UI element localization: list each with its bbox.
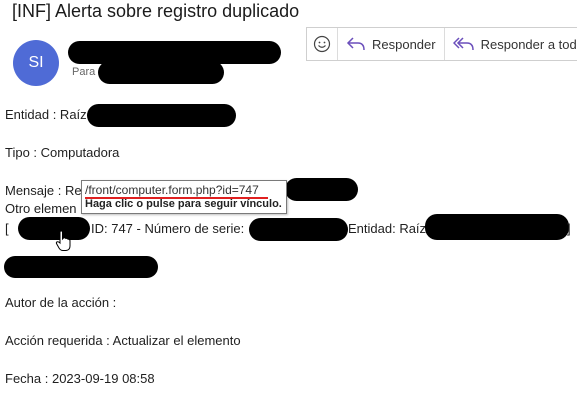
to-label: Para: [72, 66, 96, 78]
message-redacted: [285, 178, 358, 201]
reply-button[interactable]: Responder: [338, 28, 445, 60]
row-name-redacted[interactable]: [18, 217, 90, 240]
entity-redacted: [87, 104, 236, 127]
row-entity-redacted: [425, 214, 569, 240]
reply-arrow-icon: [346, 37, 365, 51]
row-close-bracket: ]: [567, 221, 571, 236]
link-tooltip: /front/computer.form.php?id=747 Haga cli…: [81, 180, 287, 214]
extra-line-redacted: [4, 256, 158, 278]
emoji-reaction-button[interactable]: [307, 28, 338, 60]
date-line: Fecha : 2023-09-19 08:58: [5, 371, 155, 386]
sender-avatar[interactable]: SI: [13, 40, 59, 86]
row-id-text: ID: 747 - Número de serie:: [91, 221, 245, 236]
avatar-initials: SI: [28, 54, 44, 71]
author-line: Autor de la acción :: [5, 295, 117, 310]
row-entity-text: Entidad: Raíz: [348, 221, 427, 236]
email-subject: [INF] Alerta sobre registro duplicado: [12, 1, 300, 21]
reply-all-label: Responder a todos: [480, 36, 577, 52]
entity-line-text: Entidad : Raíz: [5, 107, 87, 122]
other-element-line: Otro elemen: [5, 201, 77, 216]
recipient-redacted: [98, 61, 224, 84]
message-actions: Responder Responder a todos: [306, 27, 577, 61]
required-action-line: Acción requerida : Actualizar el element…: [5, 333, 241, 348]
serial-redacted: [249, 218, 348, 241]
entity-line: Entidad : Raíz: [5, 107, 87, 123]
reply-all-button[interactable]: Responder a todos: [445, 28, 577, 60]
hand-pointer-icon: [55, 230, 71, 251]
tooltip-url[interactable]: /front/computer.form.php?id=747: [85, 183, 259, 197]
type-line: Tipo : Computadora: [5, 145, 120, 160]
reply-all-arrow-icon: [452, 37, 474, 51]
tooltip-hint: Haga clic o pulse para seguir vínculo.: [85, 198, 282, 210]
reply-label: Responder: [372, 36, 436, 52]
row-open-bracket: [: [5, 221, 9, 236]
message-line: Mensaje : Re: [5, 183, 82, 198]
smiley-icon: [313, 35, 331, 53]
